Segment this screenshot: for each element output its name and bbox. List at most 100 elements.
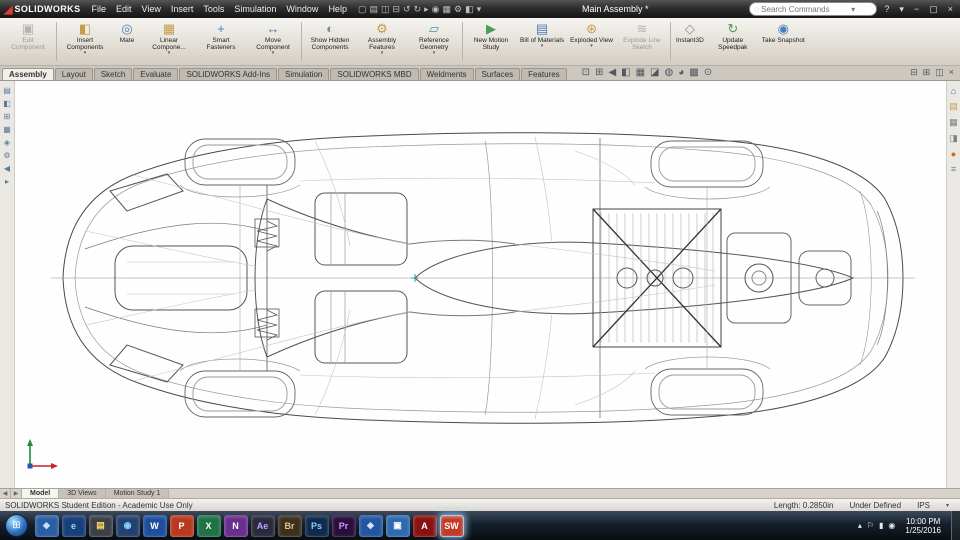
volume-icon[interactable]: ◉ (888, 521, 895, 530)
explode-line-sketch-button[interactable]: ≋ Explode Line Sketch (616, 19, 668, 64)
take-snapshot-button[interactable]: ◉ Take Snapshot (759, 19, 808, 64)
menu-file[interactable]: File (86, 4, 111, 14)
start-button[interactable]: ⊞ (5, 514, 28, 537)
view-settings-icon[interactable]: ⊙ (704, 67, 712, 78)
menu-view[interactable]: View (137, 4, 166, 14)
menu-window[interactable]: Window (281, 4, 323, 14)
units-caret-icon[interactable]: ▾ (946, 502, 949, 509)
taskbar-pinned-app[interactable]: ◆ (34, 514, 59, 537)
move-component-button[interactable]: ↔ Move Component (247, 19, 299, 64)
split-horizontal-icon[interactable]: ⊟ (910, 67, 918, 78)
tab-solidworks-add-ins[interactable]: SOLIDWORKS Add-Ins (179, 68, 278, 80)
menu-simulation[interactable]: Simulation (229, 4, 281, 14)
print-icon[interactable]: ⊟ (393, 4, 401, 15)
tab-assembly[interactable]: Assembly (2, 68, 54, 80)
file-explorer-icon[interactable]: ▦ (949, 117, 958, 128)
tab-layout[interactable]: Layout (54, 68, 93, 80)
undo-icon[interactable]: ↺ (403, 4, 411, 15)
taskbar-internet-explorer[interactable]: e (61, 514, 86, 537)
split-vertical-icon[interactable]: ⊞ (923, 67, 931, 78)
model-tab[interactable]: Model (22, 489, 60, 498)
restore-button[interactable]: ▢ (926, 4, 941, 15)
tab-surfaces[interactable]: Surfaces (474, 68, 521, 80)
show-hidden-components-button[interactable]: ◐ Show Hidden Components (304, 19, 356, 64)
edit-component-button[interactable]: ▣ Edit Component (2, 19, 54, 64)
search-input[interactable] (759, 3, 852, 15)
tab-features[interactable]: Features (521, 68, 567, 80)
taskbar-windows-explorer[interactable]: ▤ (88, 514, 113, 537)
network-icon[interactable]: ▮ (879, 521, 883, 530)
menu-help[interactable]: Help (323, 4, 352, 14)
taskbar-acrobat[interactable]: A (412, 514, 437, 537)
bill-of-materials-button[interactable]: ▤ Bill of Materials (517, 19, 567, 64)
menu-tools[interactable]: Tools (198, 4, 229, 14)
new-document-icon[interactable]: ▢ (358, 4, 367, 15)
edit-appearance-icon[interactable]: ◕ (678, 67, 684, 78)
update-speedpak-button[interactable]: ↻ Update Speedpak (707, 19, 759, 64)
taskbar-onenote[interactable]: N (223, 514, 248, 537)
rebuild-icon[interactable]: ◉ (432, 4, 440, 15)
units-selector[interactable]: IPS (917, 501, 930, 510)
tab-evaluate[interactable]: Evaluate (133, 68, 179, 80)
minimize-button[interactable]: − (911, 4, 922, 14)
viewport-layout-icon[interactable]: ◫ (935, 67, 944, 78)
taskbar-powerpoint[interactable]: P (169, 514, 194, 537)
pane-settings-icon[interactable]: ⚙ (3, 151, 10, 160)
tab-scroll-right-icon[interactable]: ▶ (11, 489, 22, 498)
help-caret-icon[interactable]: ▾ (896, 4, 907, 15)
3d-views-tab[interactable]: 3D Views (59, 489, 106, 498)
tab-scroll-left-icon[interactable]: ◀ (0, 489, 11, 498)
taskbar-solidworks-active[interactable]: SW (439, 514, 464, 537)
smart-fasteners-button[interactable]: + Smart Fasteners (195, 19, 247, 64)
open-icon[interactable]: ▤ (369, 4, 378, 15)
appearances-scenes-icon[interactable]: ● (951, 149, 956, 159)
show-desktop-button[interactable] (951, 511, 960, 540)
zoom-fit-icon[interactable]: ⊡ (582, 67, 590, 78)
custom-properties-icon[interactable]: ≡ (951, 164, 956, 174)
menu-edit[interactable]: Edit (111, 4, 137, 14)
taskbar-premiere[interactable]: Pr (331, 514, 356, 537)
mate-button[interactable]: ◎ Mate (111, 19, 143, 64)
linear-component-pattern-button[interactable]: ▦ Linear Compone... (143, 19, 195, 64)
tab-sketch[interactable]: Sketch (93, 68, 133, 80)
view-orientation-icon[interactable]: ▦ (636, 67, 645, 78)
taskbar-edrawings[interactable]: ◆ (358, 514, 383, 537)
taskbar-clock[interactable]: 10:00 PM 1/25/2016 (900, 517, 946, 535)
action-center-icon[interactable]: ⚐ (867, 521, 874, 530)
taskbar-excel[interactable]: X (196, 514, 221, 537)
dimxpert-manager-icon[interactable]: ▦ (3, 125, 11, 134)
close-button[interactable]: × (945, 4, 956, 14)
task-pane-resources-icon[interactable]: ⌂ (951, 86, 956, 96)
configuration-manager-icon[interactable]: ⊞ (4, 112, 11, 121)
collapse-pane-icon[interactable]: ◀ (4, 164, 10, 173)
toolbar-more-icon[interactable]: ▾ (477, 4, 482, 15)
zoom-area-icon[interactable]: ⊞ (595, 67, 603, 78)
close-view-icon[interactable]: × (949, 67, 954, 78)
propertymanager-icon[interactable]: ◧ (3, 99, 11, 108)
menu-insert[interactable]: Insert (166, 4, 199, 14)
expand-pane-icon[interactable]: ▸ (5, 177, 9, 186)
previous-view-icon[interactable]: ◀ (608, 67, 616, 78)
file-properties-icon[interactable]: ▦ (443, 4, 452, 15)
select-icon[interactable]: ▸ (424, 4, 429, 15)
view-palette-icon[interactable]: ◨ (949, 133, 958, 144)
section-view-icon[interactable]: ◧ (621, 67, 630, 78)
reference-geometry-button[interactable]: ▱ Reference Geometry (408, 19, 460, 64)
exploded-view-button[interactable]: ⊛ Exploded View (567, 19, 616, 64)
tab-weldments[interactable]: Weldments (419, 68, 474, 80)
taskbar-after-effects[interactable]: Ae (250, 514, 275, 537)
options-gear-icon[interactable]: ⚙ (454, 4, 462, 15)
taskbar-pinned-app-2[interactable]: ▣ (385, 514, 410, 537)
graphics-area[interactable] (15, 81, 946, 488)
search-commands-box[interactable]: ◌ ▾ (749, 2, 878, 16)
appearance-icon[interactable]: ◧ (465, 4, 474, 15)
display-manager-icon[interactable]: ◈ (4, 138, 10, 147)
motion-study-tab[interactable]: Motion Study 1 (105, 489, 170, 498)
apply-scene-icon[interactable]: ▩ (689, 67, 698, 78)
tab-solidworks-mbd[interactable]: SOLIDWORKS MBD (330, 68, 419, 80)
featuremanager-tree-icon[interactable]: ▤ (3, 86, 11, 95)
insert-components-button[interactable]: ◧ Insert Components (59, 19, 111, 64)
tab-simulation[interactable]: Simulation (278, 68, 330, 80)
save-icon[interactable]: ◫ (381, 4, 390, 15)
search-caret-icon[interactable]: ▾ (851, 5, 855, 14)
